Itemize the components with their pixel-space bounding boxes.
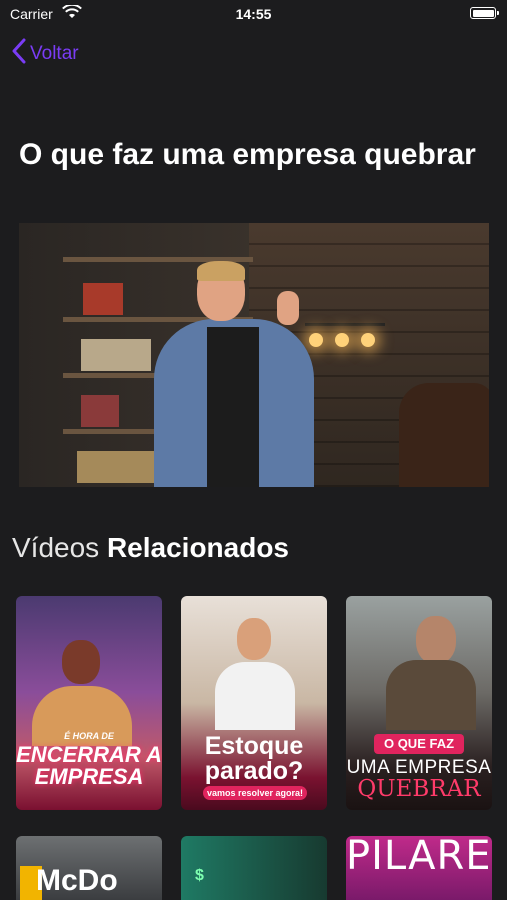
books bbox=[83, 283, 123, 315]
related-video-2[interactable]: Estoque parado? vamos resolver agora! bbox=[181, 596, 327, 810]
related-title-light: Vídeos bbox=[12, 532, 100, 563]
thumb-caption: ENCERRAR A EMPRESA bbox=[16, 742, 162, 789]
thumb-caption-line3: QUEBRAR bbox=[357, 776, 481, 802]
presenter-shirt bbox=[207, 327, 259, 487]
thumb-caption: PILARES bbox=[346, 836, 492, 879]
thumb-figure-head bbox=[237, 618, 271, 660]
related-video-3[interactable]: O QUE FAZ UMA EMPRESA QUEBRAR bbox=[346, 596, 492, 810]
related-video-6[interactable]: PILARES bbox=[346, 836, 492, 900]
thumb-caption: $ bbox=[195, 867, 204, 884]
battery-icon bbox=[470, 7, 499, 19]
related-video-5[interactable]: $ bbox=[181, 836, 327, 900]
lamp bbox=[309, 333, 323, 347]
lamp-bar bbox=[305, 323, 385, 326]
thumb-caption-line3: vamos resolver agora! bbox=[203, 786, 307, 800]
chair bbox=[399, 383, 489, 487]
thumb-figure-body bbox=[386, 660, 476, 730]
thumb-caption-line2: UMA EMPRESA bbox=[346, 757, 492, 778]
back-button[interactable]: Voltar bbox=[12, 38, 79, 69]
related-video-1[interactable]: É HORA DE ENCERRAR A EMPRESA bbox=[16, 596, 162, 810]
thumb-caption-line1: O QUE FAZ bbox=[374, 734, 464, 754]
related-title-bold: Relacionados bbox=[106, 532, 290, 563]
related-videos-title: Vídeos Relacionados bbox=[12, 532, 289, 564]
video-player[interactable] bbox=[19, 223, 489, 487]
lamp bbox=[361, 333, 375, 347]
presenter-hand bbox=[277, 291, 299, 325]
thumb-figure-head bbox=[62, 640, 100, 684]
thumb-caption-small: É HORA DE bbox=[64, 731, 114, 741]
thumb-caption-line1: Estoque bbox=[204, 732, 304, 760]
thumb-figure-head bbox=[416, 616, 456, 664]
thumb-figure-body bbox=[215, 662, 295, 730]
page-title: O que faz uma empresa quebrar bbox=[19, 138, 476, 171]
chevron-left-icon bbox=[12, 38, 26, 69]
status-bar: Carrier 14:55 bbox=[0, 0, 507, 28]
thumb-caption: McDo bbox=[36, 864, 118, 897]
back-label: Voltar bbox=[30, 42, 79, 64]
related-video-4[interactable]: McDo bbox=[16, 836, 162, 900]
presenter-hair bbox=[197, 261, 245, 281]
thumb-caption-line2: parado? bbox=[204, 757, 304, 785]
status-time: 14:55 bbox=[235, 6, 272, 22]
books bbox=[81, 339, 151, 371]
lamp bbox=[335, 333, 349, 347]
books bbox=[81, 395, 119, 427]
